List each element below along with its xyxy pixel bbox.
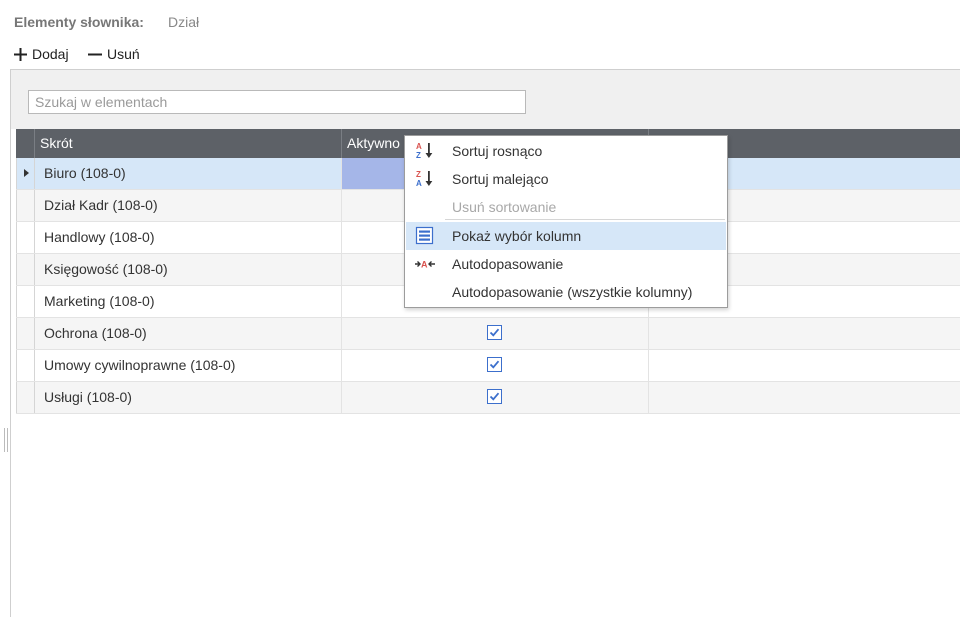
menu-item-column-chooser[interactable]: Pokaż wybór kolumn bbox=[406, 222, 726, 250]
add-button[interactable]: Dodaj bbox=[14, 46, 69, 62]
search-input[interactable] bbox=[28, 90, 526, 114]
column-context-menu: A Z Sortuj rosnąco Z A Sortuj malejąco U… bbox=[404, 135, 728, 308]
dictionary-value: Dział bbox=[168, 14, 200, 30]
menu-item-label: Pokaż wybór kolumn bbox=[452, 228, 582, 244]
sort-ascending-icon: A Z bbox=[415, 141, 435, 161]
row-selector[interactable] bbox=[16, 382, 35, 413]
svg-text:Z: Z bbox=[416, 151, 421, 160]
svg-text:A: A bbox=[416, 179, 422, 188]
dictionary-label: Elementy słownika: bbox=[14, 14, 144, 30]
panel-splitter[interactable] bbox=[4, 428, 8, 452]
cell-skrot[interactable]: Marketing (108-0) bbox=[35, 286, 342, 317]
table-row[interactable]: Usługi (108-0) bbox=[16, 382, 960, 414]
row-selector[interactable] bbox=[16, 254, 35, 285]
column-chooser-icon bbox=[415, 226, 435, 246]
table-row[interactable]: Umowy cywilnoprawne (108-0) bbox=[16, 350, 960, 382]
remove-button-label: Usuń bbox=[107, 46, 140, 62]
cell-skrot[interactable]: Ochrona (108-0) bbox=[35, 318, 342, 349]
remove-button[interactable]: Usuń bbox=[88, 46, 140, 62]
minus-icon bbox=[88, 48, 102, 61]
cell-skrot[interactable]: Księgowość (108-0) bbox=[35, 254, 342, 285]
search-area bbox=[11, 70, 960, 129]
current-row-arrow-icon bbox=[24, 169, 29, 177]
menu-item-label: Autodopasowanie (wszystkie kolumny) bbox=[452, 284, 693, 300]
row-selector[interactable] bbox=[16, 286, 35, 317]
header-selector-cell bbox=[16, 129, 35, 158]
menu-item-autofit-all-columns[interactable]: Autodopasowanie (wszystkie kolumny) bbox=[406, 278, 726, 306]
row-selector[interactable] bbox=[16, 158, 35, 189]
cell-skrot[interactable]: Umowy cywilnoprawne (108-0) bbox=[35, 350, 342, 381]
menu-item-sort-ascending[interactable]: A Z Sortuj rosnąco bbox=[406, 137, 726, 165]
cell-aktywnosc[interactable] bbox=[342, 318, 649, 349]
menu-separator bbox=[445, 219, 725, 220]
plus-icon bbox=[14, 47, 27, 61]
cell-skrot[interactable]: Usługi (108-0) bbox=[35, 382, 342, 413]
menu-item-label: Sortuj malejąco bbox=[452, 171, 549, 187]
cell-aktywnosc[interactable] bbox=[342, 382, 649, 413]
menu-item-label: Usuń sortowanie bbox=[452, 199, 557, 215]
svg-text:Z: Z bbox=[416, 170, 421, 179]
cell-skrot[interactable]: Biuro (108-0) bbox=[35, 158, 342, 189]
row-selector[interactable] bbox=[16, 222, 35, 253]
checkmark-icon bbox=[489, 360, 500, 369]
cell-skrot[interactable]: Handlowy (108-0) bbox=[35, 222, 342, 253]
svg-text:A: A bbox=[421, 260, 428, 270]
sort-descending-icon: Z A bbox=[415, 169, 435, 189]
row-selector[interactable] bbox=[16, 350, 35, 381]
active-checkbox[interactable] bbox=[487, 357, 502, 372]
active-checkbox[interactable] bbox=[487, 325, 502, 340]
menu-item-clear-sorting: Usuń sortowanie bbox=[406, 193, 726, 221]
checkmark-icon bbox=[489, 328, 500, 337]
cell-skrot[interactable]: Dział Kadr (108-0) bbox=[35, 190, 342, 221]
cell-aktywnosc[interactable] bbox=[342, 350, 649, 381]
active-checkbox[interactable] bbox=[487, 389, 502, 404]
menu-item-autofit[interactable]: A Autodopasowanie bbox=[406, 250, 726, 278]
autofit-icon: A bbox=[415, 254, 435, 274]
menu-item-sort-descending[interactable]: Z A Sortuj malejąco bbox=[406, 165, 726, 193]
checkmark-icon bbox=[489, 392, 500, 401]
menu-item-label: Sortuj rosnąco bbox=[452, 143, 543, 159]
row-selector[interactable] bbox=[16, 318, 35, 349]
add-button-label: Dodaj bbox=[32, 46, 69, 62]
row-selector[interactable] bbox=[16, 190, 35, 221]
column-header-skrot[interactable]: Skrót bbox=[35, 129, 342, 158]
menu-item-label: Autodopasowanie bbox=[452, 256, 564, 272]
svg-text:A: A bbox=[416, 142, 422, 151]
table-row[interactable]: Ochrona (108-0) bbox=[16, 318, 960, 350]
